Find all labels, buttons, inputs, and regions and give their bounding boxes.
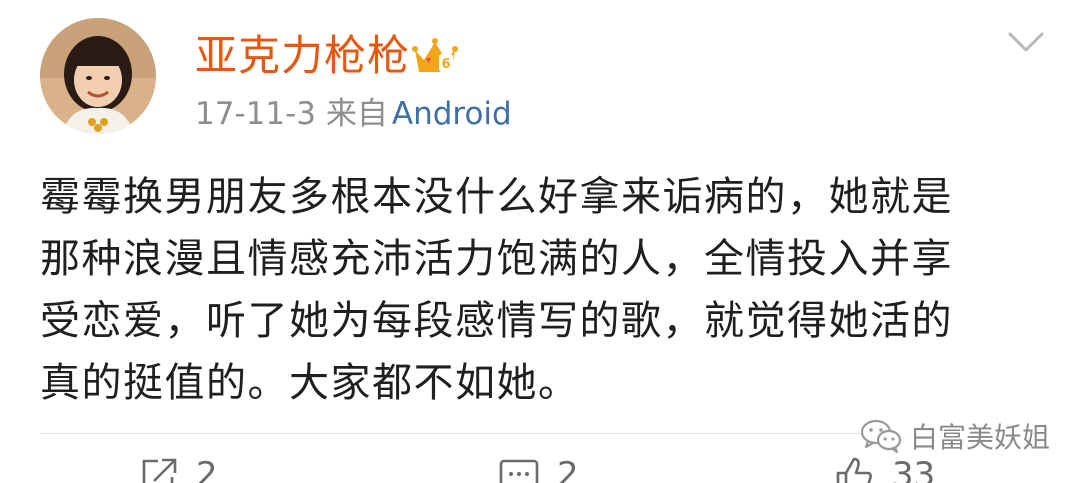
content-line: 霉霉换男朋友多根本没什么好拿来诟病的，她就是: [40, 174, 953, 220]
post-content: 霉霉换男朋友多根本没什么好拿来诟病的，她就是 那种浪漫且情感充沛活力饱满的人，全…: [40, 166, 1045, 414]
content-line: 受恋爱，听了她为每段感情写的歌，就觉得她活的: [40, 298, 953, 344]
source-prefix: 来自: [325, 96, 388, 132]
svg-text:6: 6: [441, 57, 450, 72]
like-button[interactable]: 33: [832, 455, 935, 483]
content-line: 真的挺值的。大家都不如她。: [40, 360, 580, 406]
weibo-post-card: 亚克力枪枪 6 17-11-3 来自 Android 霉霉换男朋友多根本没什么好拿…: [0, 0, 1080, 483]
comment-icon: [499, 459, 539, 483]
username[interactable]: 亚克力枪枪: [195, 30, 410, 82]
comment-button[interactable]: 2: [497, 455, 579, 483]
like-icon: [836, 457, 872, 483]
crown-badge-icon: 6: [412, 38, 458, 72]
like-count: 33: [892, 455, 936, 483]
source-link[interactable]: Android: [392, 96, 512, 132]
watermark-text: 白富美妖姐: [910, 421, 1051, 454]
repost-count: 2: [196, 455, 218, 483]
content-line: 那种浪漫且情感充沛活力饱满的人，全情投入并享: [40, 236, 953, 282]
action-bar: 2 2 33: [0, 455, 1080, 483]
wechat-icon: [860, 419, 902, 454]
repost-button[interactable]: 2: [138, 455, 218, 483]
avatar[interactable]: [40, 18, 156, 134]
watermark: 白富美妖姐: [860, 416, 1055, 456]
post-meta: 17-11-3 来自 Android: [195, 94, 512, 134]
repost-icon: [142, 458, 177, 483]
post-date: 17-11-3: [195, 96, 316, 132]
comment-count: 2: [557, 455, 579, 483]
chevron-down-icon[interactable]: [1007, 28, 1045, 56]
